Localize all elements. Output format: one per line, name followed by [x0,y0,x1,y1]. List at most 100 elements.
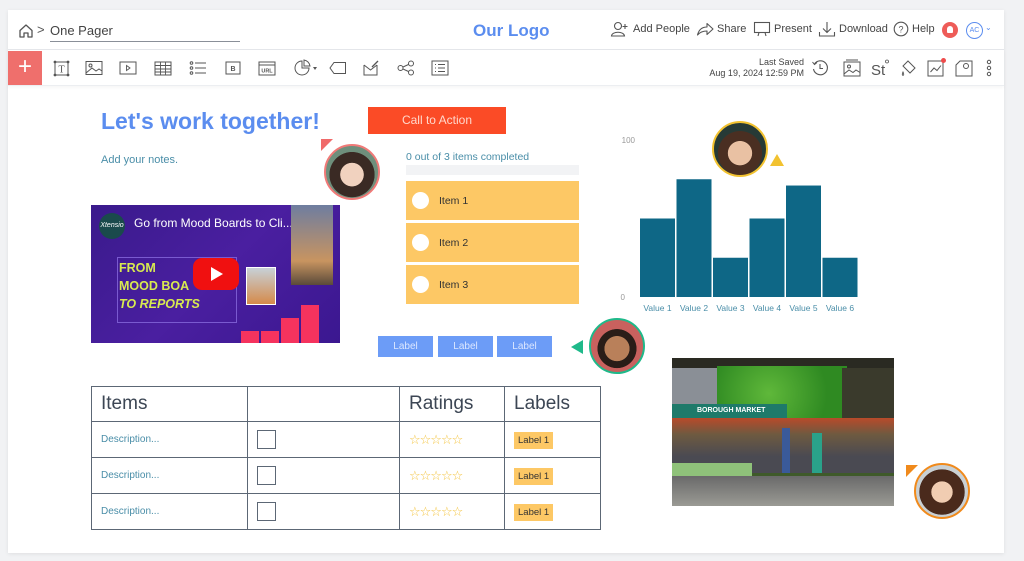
checklist-item[interactable]: Item 2 [406,223,579,262]
ratings-table: Items Ratings Labels Description... ☆☆☆☆… [91,386,601,530]
star-rating[interactable]: ☆☆☆☆☆ [409,432,463,447]
chart-bar [640,218,675,297]
download-button[interactable]: Download [818,21,888,37]
table-row: Description... ☆☆☆☆☆ Label 1 [91,457,601,494]
add-people-label: Add People [633,23,690,35]
video-decor-bar [301,305,319,343]
column-header [247,386,400,422]
background-image-icon[interactable] [843,59,861,77]
label-button[interactable]: Label [438,336,493,357]
chart-bar [749,218,785,297]
page-canvas: > One Pager Our Logo Add People Share Pr… [8,10,1004,553]
y-tick-label: 100 [622,136,636,145]
fill-icon[interactable] [900,59,918,77]
star-rating[interactable]: ☆☆☆☆☆ [409,468,463,483]
video-title: Go from Mood Boards to Cli... [134,216,293,230]
market-photo[interactable]: BOROUGH MARKET [672,358,894,506]
x-tick-label: Value 1 [643,303,671,312]
chart-icon[interactable] [293,59,319,77]
share-nodes-icon[interactable] [397,59,415,77]
column-header: Labels [504,386,601,422]
help-icon: ? [893,21,909,37]
notification-dot [941,58,946,63]
document-title-input[interactable]: One Pager [50,23,240,42]
label-icon[interactable] [329,59,347,77]
settings-icon[interactable] [955,59,973,77]
star-rating[interactable]: ☆☆☆☆☆ [409,504,463,519]
call-to-action-button[interactable]: Call to Action [368,107,506,134]
present-button[interactable]: Present [753,21,812,37]
play-button-icon[interactable] [193,258,239,290]
text-icon[interactable]: T [52,59,70,77]
add-block-button[interactable]: + [8,51,42,85]
form-icon[interactable] [431,59,449,77]
row-checkbox[interactable] [257,502,276,521]
present-label: Present [774,23,812,35]
help-button[interactable]: ? Help [893,21,935,37]
rating-cell: ☆☆☆☆☆ [399,493,505,530]
checklist-item[interactable]: Item 3 [406,265,579,304]
video-icon[interactable] [119,59,137,77]
share-icon [696,21,714,37]
label-chip[interactable]: Label 1 [514,504,554,521]
home-icon[interactable] [18,23,34,39]
checkbox-cell [247,493,400,530]
checklist-icon[interactable] [362,59,380,77]
video-decor-bar [281,318,299,343]
video-embed[interactable]: Xtensio Go from Mood Boards to Cli... FR… [91,205,340,343]
user-avatar[interactable]: AC [966,22,983,39]
photo-person [812,433,822,473]
video-decor-bar [241,331,259,343]
row-checkbox[interactable] [257,466,276,485]
label-chip[interactable]: Label 1 [514,432,554,449]
checkbox-circle[interactable] [412,192,429,209]
y-tick-label: 0 [621,293,626,302]
image-icon[interactable] [85,59,103,77]
button-icon[interactable]: B [224,59,242,77]
more-icon[interactable] [984,59,994,77]
share-button[interactable]: Share [696,21,746,37]
photo-person [782,428,790,473]
notification-bell-icon[interactable] [942,22,958,38]
collaborator-avatar[interactable] [914,463,970,519]
description-cell[interactable]: Description... [91,457,248,494]
url-icon[interactable]: URL [258,59,276,77]
column-header: Items [91,386,248,422]
label-button[interactable]: Label [378,336,433,357]
checklist-status: 0 out of 3 items completed [406,151,530,163]
list-icon[interactable] [189,59,207,77]
history-icon[interactable] [811,59,829,77]
chevron-down-icon[interactable]: ⌄ [985,23,992,32]
collaborator-avatar[interactable] [324,144,380,200]
chart-bar [713,257,748,297]
bar-chart: 0 100 Value 1 Value 2 Value 3 Value 4 Value 5 V… [608,122,868,312]
checkbox-circle[interactable] [412,234,429,251]
label-cell: Label 1 [504,457,601,494]
download-label: Download [839,23,888,35]
table-row: Description... ☆☆☆☆☆ Label 1 [91,493,601,530]
logo: Our Logo [473,21,550,40]
table-icon[interactable] [154,59,172,77]
checklist-item-label: Item 2 [439,236,469,249]
checklist-item[interactable]: Item 1 [406,181,579,220]
row-checkbox[interactable] [257,430,276,449]
checkbox-circle[interactable] [412,276,429,293]
column-header: Ratings [399,386,505,422]
photo-building [672,368,717,408]
notes-text[interactable]: Add your notes. [101,154,178,166]
label-cell: Label 1 [504,493,601,530]
help-label: Help [912,23,935,35]
download-icon [818,21,836,37]
video-thumbnail-photo [246,267,276,305]
description-cell[interactable]: Description... [91,493,248,530]
label-button[interactable]: Label [497,336,552,357]
collaborator-avatar[interactable] [589,318,645,374]
label-chip[interactable]: Label 1 [514,468,554,485]
svg-text:B: B [230,66,235,73]
page-heading[interactable]: Let's work together! [101,108,320,135]
add-people-button[interactable]: Add People [610,21,690,37]
description-cell[interactable]: Description... [91,421,248,458]
table-row: Description... ☆☆☆☆☆ Label 1 [91,421,601,458]
market-sign: BOROUGH MARKET [672,404,787,418]
style-icon[interactable]: St [871,59,891,77]
